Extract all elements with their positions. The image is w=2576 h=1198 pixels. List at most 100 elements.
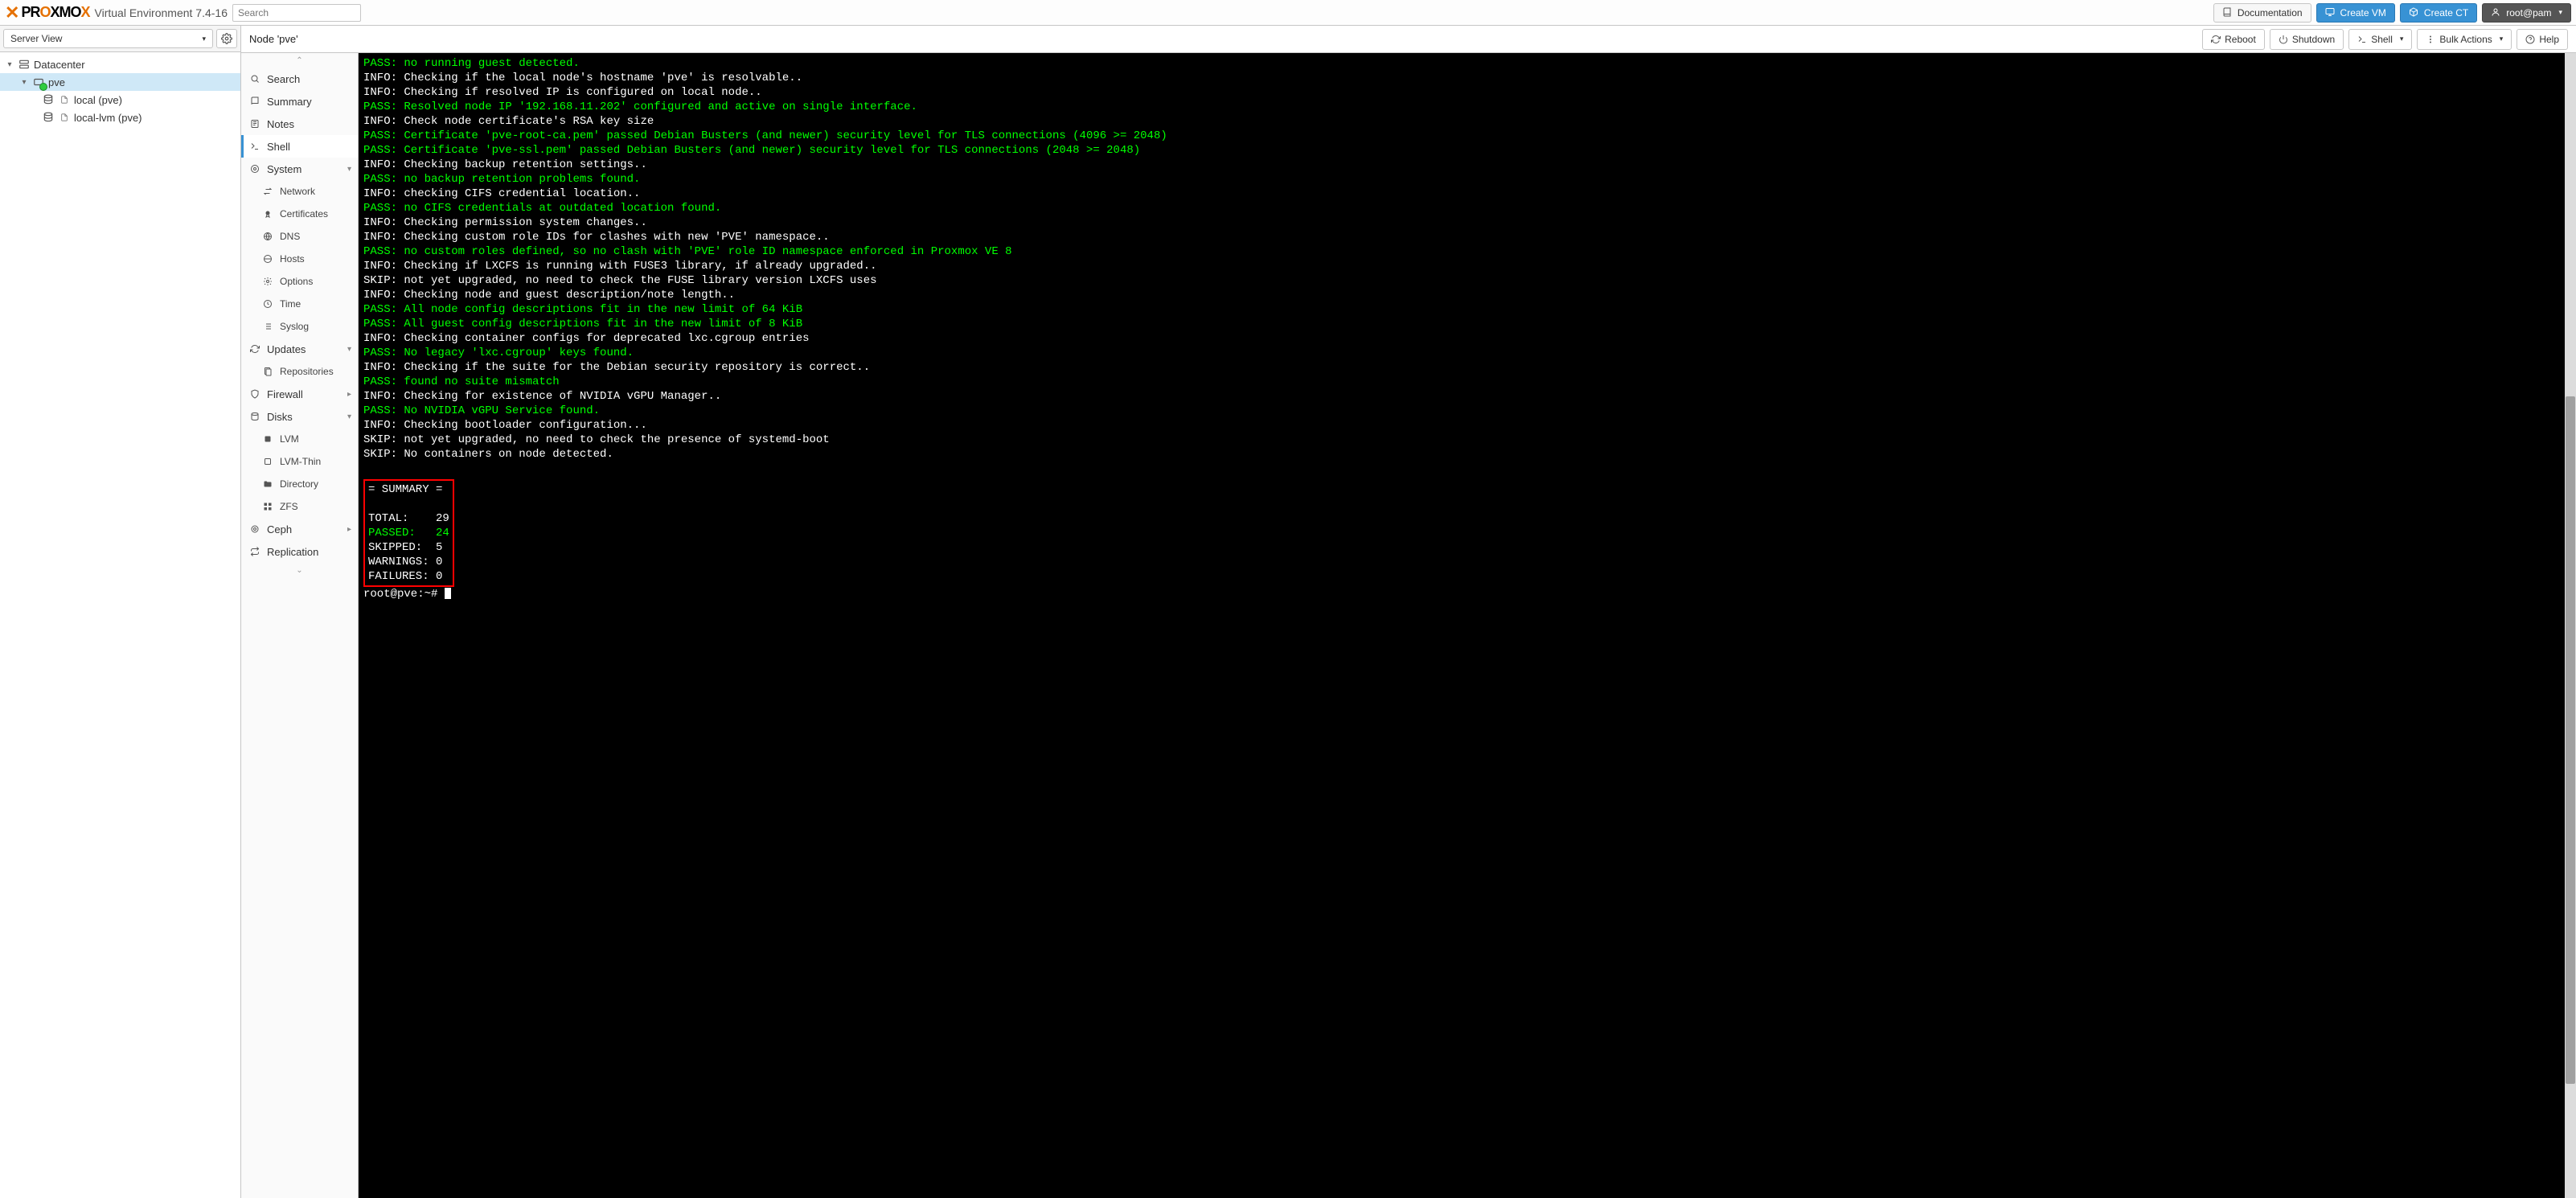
list-icon <box>262 321 273 332</box>
menu-certificates[interactable]: Certificates <box>241 203 358 225</box>
settings-button[interactable] <box>216 29 237 48</box>
menu-updates[interactable]: Updates ▾ <box>241 338 358 360</box>
menu-zfs[interactable]: ZFS <box>241 495 358 518</box>
help-button[interactable]: Help <box>2517 29 2568 50</box>
breadcrumb-bar: Node 'pve' Reboot Shutdown Shell <box>241 26 2576 53</box>
tree-node-pve[interactable]: ▾ pve <box>0 73 240 91</box>
user-label: root@pam <box>2506 7 2551 18</box>
menu-firewall[interactable]: Firewall ▸ <box>241 383 358 405</box>
menu-system[interactable]: System ▾ <box>241 158 358 180</box>
create-ct-button[interactable]: Create CT <box>2400 3 2477 23</box>
menu-label: Replication <box>267 546 318 558</box>
menu-label: Options <box>280 276 313 287</box>
clock-icon <box>262 298 273 310</box>
menu-ceph[interactable]: Ceph ▸ <box>241 518 358 540</box>
documentation-button[interactable]: Documentation <box>2213 3 2311 23</box>
status-online-icon <box>39 83 47 91</box>
menu-shell[interactable]: Shell <box>241 135 358 158</box>
help-icon <box>2525 35 2535 44</box>
shell-label: Shell <box>2371 34 2393 45</box>
database-icon <box>42 111 55 124</box>
menu-syslog[interactable]: Syslog <box>241 315 358 338</box>
menu-dns[interactable]: DNS <box>241 225 358 248</box>
terminal-scrollbar[interactable] <box>2565 53 2576 1198</box>
square-icon <box>262 433 273 445</box>
menu-label: Network <box>280 186 315 197</box>
menu-label: LVM <box>280 433 299 445</box>
right-column: Node 'pve' Reboot Shutdown Shell <box>241 26 2576 1198</box>
menu-collapse-down[interactable]: ⌄ <box>241 563 358 577</box>
gear-icon <box>221 33 232 44</box>
help-label: Help <box>2539 34 2559 45</box>
left-column: Server View ▾ Datacenter ▾ <box>0 26 241 1198</box>
menu-label: LVM-Thin <box>280 456 321 467</box>
menu-hosts[interactable]: Hosts <box>241 248 358 270</box>
user-menu-button[interactable]: root@pam <box>2482 3 2571 23</box>
node-menu: ⌃ Search Summary Notes Shell <box>241 53 359 1198</box>
menu-disks[interactable]: Disks ▾ <box>241 405 358 428</box>
menu-label: Firewall <box>267 388 303 400</box>
resource-tree: ▾ Datacenter ▾ pve <box>0 52 240 1198</box>
display-icon <box>2325 7 2336 18</box>
menu-search[interactable]: Search <box>241 68 358 90</box>
menu-directory[interactable]: Directory <box>241 473 358 495</box>
menu-label: Ceph <box>267 523 292 535</box>
view-selector[interactable]: Server View <box>3 29 213 48</box>
reboot-label: Reboot <box>2225 34 2256 45</box>
terminal-icon <box>2357 35 2367 44</box>
menu-lvm-thin[interactable]: LVM-Thin <box>241 450 358 473</box>
content-area: ⌃ Search Summary Notes Shell <box>241 53 2576 1198</box>
menu-label: Updates <box>267 343 306 355</box>
scrollbar-thumb[interactable] <box>2566 396 2575 1083</box>
tree-label: Datacenter <box>34 59 85 71</box>
power-icon <box>2279 35 2288 44</box>
collapse-toggle-icon[interactable]: ▾ <box>5 60 14 69</box>
exchange-icon <box>262 186 273 197</box>
chevron-down-icon: ▾ <box>347 345 351 354</box>
shutdown-button[interactable]: Shutdown <box>2270 29 2344 50</box>
file-icon <box>58 93 71 106</box>
menu-network[interactable]: Network <box>241 180 358 203</box>
menu-label: DNS <box>280 231 300 242</box>
shell-dropdown-button[interactable]: Shell <box>2348 29 2412 50</box>
bulk-actions-button[interactable]: Bulk Actions <box>2417 29 2512 50</box>
collapse-toggle-icon[interactable]: ▾ <box>19 78 29 87</box>
tree-storage-local-lvm[interactable]: local-lvm (pve) <box>0 109 240 126</box>
menu-lvm[interactable]: LVM <box>241 428 358 450</box>
menu-collapse-up[interactable]: ⌃ <box>241 53 358 68</box>
book-icon <box>2222 7 2233 18</box>
page-title: Node 'pve' <box>249 33 298 45</box>
globe-icon <box>262 231 273 242</box>
menu-label: Directory <box>280 478 318 490</box>
menu-time[interactable]: Time <box>241 293 358 315</box>
menu-label: Hosts <box>280 253 305 265</box>
create-vm-button[interactable]: Create VM <box>2316 3 2395 23</box>
tree-datacenter[interactable]: ▾ Datacenter <box>0 55 240 73</box>
search-input[interactable] <box>232 4 361 22</box>
user-icon <box>2491 7 2502 18</box>
files-icon <box>262 366 273 377</box>
file-icon <box>58 111 71 124</box>
terminal-icon <box>249 141 260 152</box>
menu-summary[interactable]: Summary <box>241 90 358 113</box>
tree-storage-local[interactable]: local (pve) <box>0 91 240 109</box>
menu-label: ZFS <box>280 501 298 512</box>
chevron-right-icon: ▸ <box>347 390 351 399</box>
certificate-icon <box>262 208 273 219</box>
shield-icon <box>249 388 260 400</box>
terminal-panel[interactable]: PASS: no running guest detected. INFO: C… <box>359 53 2576 1198</box>
menu-notes[interactable]: Notes <box>241 113 358 135</box>
app-logo: ✕ PROXMOX Virtual Environment 7.4-16 <box>5 2 228 23</box>
gear-icon <box>262 276 273 287</box>
menu-label: System <box>267 163 301 175</box>
main-area: Server View ▾ Datacenter ▾ <box>0 26 2576 1198</box>
menu-repositories[interactable]: Repositories <box>241 360 358 383</box>
menu-label: Disks <box>267 411 293 423</box>
view-selector-row: Server View <box>0 26 240 52</box>
create-vm-label: Create VM <box>2340 7 2386 18</box>
reboot-button[interactable]: Reboot <box>2202 29 2265 50</box>
menu-options[interactable]: Options <box>241 270 358 293</box>
create-ct-label: Create CT <box>2424 7 2468 18</box>
menu-replication[interactable]: Replication <box>241 540 358 563</box>
terminal-output[interactable]: PASS: no running guest detected. INFO: C… <box>359 53 2576 605</box>
